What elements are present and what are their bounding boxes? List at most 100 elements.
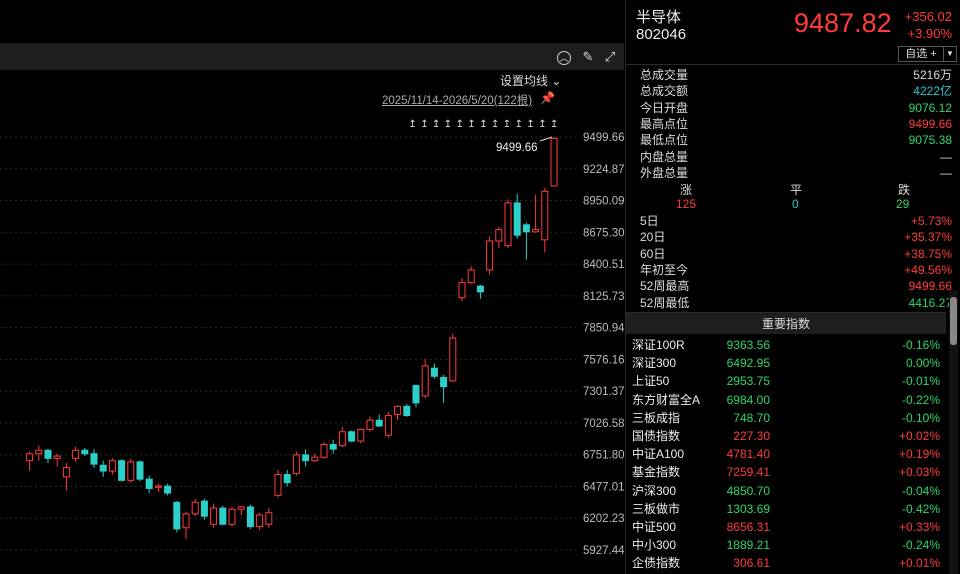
- index-row[interactable]: 企债指数 306.61 +0.01%: [626, 554, 946, 572]
- candle[interactable]: [495, 227, 503, 248]
- index-row[interactable]: 中证A100 4781.40 +0.19%: [626, 445, 946, 463]
- candle[interactable]: [366, 416, 374, 432]
- candle[interactable]: [348, 430, 356, 443]
- index-row[interactable]: 东方财富全A 6984.00 -0.22%: [626, 391, 946, 409]
- index-row[interactable]: 三板做市 1303.69 -0.42%: [626, 500, 946, 518]
- candle[interactable]: [145, 475, 153, 494]
- candle[interactable]: [228, 506, 236, 527]
- candle[interactable]: [338, 427, 346, 447]
- index-row[interactable]: 中小300 1889.21 -0.24%: [626, 536, 946, 554]
- candle[interactable]: [274, 469, 282, 498]
- candle[interactable]: [430, 363, 438, 379]
- candle[interactable]: [476, 284, 484, 299]
- index-row[interactable]: 深证100R 9363.56 -0.16%: [626, 336, 946, 354]
- event-marker-icon[interactable]: ↥: [503, 119, 511, 130]
- index-row[interactable]: 深证300 6492.95 0.00%: [626, 354, 946, 372]
- kline-chart-pane[interactable]: ︿ ✎ ⤢ 设置均线 ⌄ 2025/11/14-2026/5/20(122根) …: [0, 0, 624, 574]
- candle[interactable]: [384, 412, 392, 438]
- candle[interactable]: [504, 199, 512, 248]
- candle[interactable]: [154, 483, 162, 492]
- candle[interactable]: [449, 333, 457, 383]
- candle[interactable]: [237, 505, 245, 516]
- candle[interactable]: [173, 501, 181, 533]
- candle[interactable]: [53, 453, 61, 467]
- event-marker-icon[interactable]: ↥: [420, 119, 428, 130]
- expand-icon[interactable]: ⤢: [600, 47, 620, 67]
- index-row[interactable]: 中证500 8656.31 +0.33%: [626, 518, 946, 536]
- candle[interactable]: [35, 445, 43, 461]
- event-marker-icon[interactable]: ↥: [491, 119, 499, 130]
- event-marker-icon[interactable]: ↥: [479, 119, 487, 130]
- candle[interactable]: [412, 384, 420, 408]
- watchlist-dropdown-icon[interactable]: ▼: [944, 46, 957, 62]
- candle[interactable]: [118, 459, 126, 482]
- event-marker-icon[interactable]: ↥: [456, 119, 464, 130]
- event-marker-icon[interactable]: ↥: [432, 119, 440, 130]
- scrollbar-thumb[interactable]: [950, 297, 957, 345]
- candle[interactable]: [200, 498, 208, 520]
- candle[interactable]: [421, 358, 429, 399]
- candle[interactable]: [302, 449, 310, 467]
- candle[interactable]: [467, 266, 475, 284]
- index-row[interactable]: 上证50 2953.75 -0.01%: [626, 372, 946, 390]
- candle[interactable]: [522, 222, 530, 260]
- candle[interactable]: [26, 451, 34, 472]
- candle[interactable]: [219, 505, 227, 526]
- performance-label: 5日: [640, 214, 659, 228]
- candle[interactable]: [320, 442, 328, 459]
- date-range-link[interactable]: 2025/11/14-2026/5/20(122根): [382, 92, 532, 108]
- y-tick-label: 9499.66: [583, 132, 624, 144]
- collapse-up-icon[interactable]: ︿: [554, 47, 574, 67]
- candle[interactable]: [99, 460, 107, 477]
- candle-body: [210, 507, 218, 525]
- candle[interactable]: [136, 460, 144, 482]
- candle[interactable]: [246, 504, 254, 529]
- index-row[interactable]: 基金指数 7259.41 +0.03%: [626, 463, 946, 481]
- candle[interactable]: [486, 236, 494, 275]
- candle[interactable]: [164, 483, 172, 496]
- candlestick-chart[interactable]: 9499.66 9224.87 8950.09 8675.30 8400.51 8125.…: [0, 110, 624, 574]
- add-watchlist-button[interactable]: 自选 +: [898, 46, 944, 62]
- candle[interactable]: [394, 405, 402, 421]
- draw-pen-icon[interactable]: ✎: [578, 47, 598, 67]
- candle[interactable]: [283, 469, 291, 487]
- candle[interactable]: [182, 511, 190, 540]
- candle[interactable]: [44, 449, 52, 463]
- pin-icon[interactable]: 📌: [540, 91, 555, 105]
- candle[interactable]: [458, 278, 466, 302]
- event-marker-icon[interactable]: ↥: [467, 119, 475, 130]
- candle[interactable]: [357, 428, 365, 444]
- candle[interactable]: [72, 446, 80, 462]
- candle[interactable]: [90, 449, 98, 468]
- index-row[interactable]: 国债指数 227.30 +0.02%: [626, 427, 946, 445]
- event-marker-icon[interactable]: ↥: [526, 119, 534, 130]
- candle[interactable]: [127, 458, 135, 483]
- candle[interactable]: [440, 375, 448, 403]
- candle[interactable]: [403, 404, 411, 417]
- candle[interactable]: [191, 498, 199, 517]
- index-change: +0.19%: [898, 447, 940, 462]
- index-row[interactable]: 沪深300 4850.70 -0.04%: [626, 482, 946, 500]
- y-tick-label: 8400.51: [583, 259, 624, 271]
- event-marker-icon[interactable]: ↥: [515, 119, 523, 130]
- candle-body: [265, 512, 273, 525]
- candle[interactable]: [550, 137, 558, 187]
- event-marker-icon[interactable]: ↥: [538, 119, 546, 130]
- high-marker-arrow: [539, 136, 553, 142]
- candle[interactable]: [62, 462, 70, 491]
- candle[interactable]: [541, 187, 549, 253]
- candle[interactable]: [532, 194, 540, 233]
- index-change: -0.24%: [901, 538, 940, 553]
- event-marker-icon[interactable]: ↥: [550, 119, 558, 130]
- candle[interactable]: [375, 414, 383, 428]
- candle[interactable]: [108, 458, 116, 475]
- event-marker-icon[interactable]: ↥: [408, 119, 416, 130]
- candle[interactable]: [265, 508, 273, 528]
- event-marker-icon[interactable]: ↥: [444, 119, 452, 130]
- ma-setting-button[interactable]: 设置均线 ⌄: [500, 72, 561, 89]
- candle[interactable]: [292, 451, 300, 476]
- candle[interactable]: [256, 512, 264, 531]
- index-row[interactable]: 三板成指 748.70 -0.10%: [626, 409, 946, 427]
- candle[interactable]: [329, 439, 337, 454]
- candle[interactable]: [210, 503, 218, 528]
